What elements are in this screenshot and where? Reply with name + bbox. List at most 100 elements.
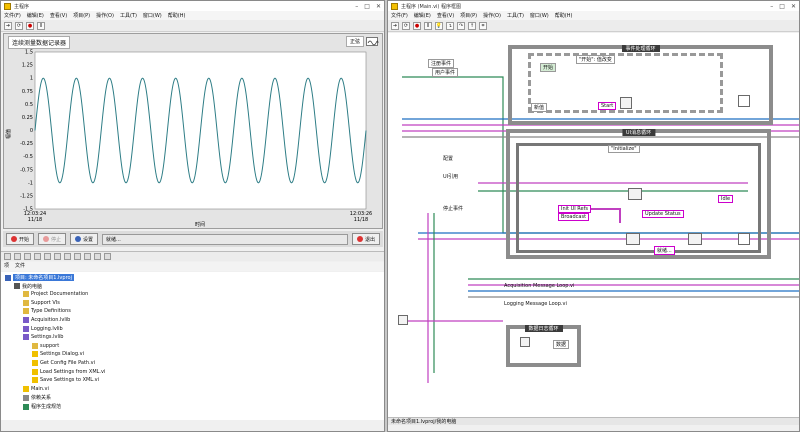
menu-window[interactable]: 窗口(W)	[143, 12, 162, 19]
waveform-chart: 连续测量数据记录器 正弦 1.5 1.25 1 0.75 0.5 0.25 0 -0.25 -0…	[3, 33, 383, 229]
close-icon[interactable]: ✕	[376, 3, 381, 10]
enqueue-message-icon[interactable]	[620, 97, 632, 109]
bd-run-continuous-icon[interactable]: ⟳	[402, 21, 410, 30]
menu-file[interactable]: 文件(F)	[4, 12, 21, 19]
new-file-icon[interactable]	[4, 253, 11, 260]
collapse-icon[interactable]	[104, 253, 111, 260]
init-ui-refs-constant[interactable]: Init UI Refs	[558, 205, 591, 213]
highlight-execution-icon[interactable]: 💡	[435, 21, 443, 30]
project-tree-item[interactable]: Settings.lvlib	[23, 334, 63, 341]
bd-menu-help[interactable]: 帮助(H)	[555, 12, 573, 19]
stop-led-icon	[43, 236, 50, 242]
exit-button[interactable]: 退出	[351, 233, 380, 245]
project-tree-item[interactable]: 项目: 未命名项目1.lvproj	[5, 274, 74, 281]
register-event-node[interactable]: 注册事件	[428, 59, 455, 68]
dequeue-icon[interactable]	[520, 337, 530, 347]
abort-icon[interactable]: ●	[26, 21, 34, 30]
bd-run-arrow-icon[interactable]: ➜	[391, 21, 399, 30]
project-tree-item[interactable]: Project Documentation	[23, 291, 88, 298]
error-handler-icon[interactable]	[738, 95, 750, 107]
get-ui-refs-icon[interactable]	[628, 188, 642, 200]
menu-project[interactable]: 项目(P)	[73, 12, 90, 19]
update-status-vi-icon[interactable]	[688, 233, 702, 245]
step-over-icon[interactable]: ↷	[457, 21, 465, 30]
dependency-icon	[23, 394, 29, 401]
save-icon[interactable]	[24, 253, 31, 260]
bd-minimize-icon[interactable]: –	[770, 3, 773, 10]
bd-menu-file[interactable]: 文件(F)	[391, 12, 408, 19]
project-tree-label: 我的电脑	[22, 283, 43, 290]
menu-edit[interactable]: 编辑(E)	[27, 12, 44, 19]
idle-string-constant[interactable]: Idle	[718, 195, 734, 203]
paste-icon[interactable]	[54, 253, 61, 260]
bd-maximize-icon[interactable]: □	[779, 3, 785, 10]
project-tree-item[interactable]: Load Settings from XML.vi	[32, 368, 105, 375]
start-string-constant[interactable]: Start	[598, 102, 617, 110]
bd-close-icon[interactable]: ✕	[791, 3, 796, 10]
project-tree-item[interactable]: support	[32, 342, 59, 349]
bd-menu-edit[interactable]: 编辑(E)	[414, 12, 431, 19]
ui-error-handler-icon[interactable]	[738, 233, 750, 245]
project-tree-item[interactable]: Logging.lvlib	[23, 325, 63, 332]
initialize-case-selector[interactable]: "Initialize"	[608, 145, 640, 153]
open-folder-icon[interactable]	[14, 253, 21, 260]
project-tree-item[interactable]: Main.vi	[23, 385, 49, 392]
build-tool-icon[interactable]	[74, 253, 81, 260]
broadcast-constant[interactable]: Broadcast	[558, 213, 590, 221]
bd-menu-operate[interactable]: 操作(O)	[483, 12, 501, 19]
project-tree-item[interactable]: Settings Dialog.vi	[32, 351, 84, 358]
step-out-icon[interactable]: ↑	[468, 21, 476, 30]
tab-files[interactable]: 文件	[15, 262, 25, 271]
data-logging-loop[interactable]: 数据日志循环	[506, 325, 581, 367]
project-tree-item[interactable]: Save Settings to XML.vi	[32, 377, 99, 384]
copy-icon[interactable]	[44, 253, 51, 260]
menu-tools[interactable]: 工具(T)	[120, 12, 137, 19]
folder-icon	[23, 308, 29, 315]
run-arrow-icon[interactable]: ➜	[4, 21, 12, 30]
library-icon	[23, 334, 29, 341]
broadcast-vi-icon[interactable]	[626, 233, 640, 245]
stop-button[interactable]: 停止	[38, 233, 67, 245]
cut-icon[interactable]	[34, 253, 41, 260]
project-tree-item[interactable]: Type Definitions	[23, 308, 71, 315]
block-diagram-titlebar[interactable]: 主程序 (Main.vi) 程序框图 – □ ✕	[388, 1, 799, 11]
bd-menu-tools[interactable]: 工具(T)	[507, 12, 524, 19]
front-panel-titlebar[interactable]: 主程序 – □ ✕	[1, 1, 384, 11]
bd-menu-view[interactable]: 查看(V)	[437, 12, 454, 19]
maximize-icon[interactable]: □	[364, 3, 370, 10]
project-tree-item[interactable]: Support VIs	[23, 299, 60, 306]
build-icon	[23, 403, 29, 410]
bd-pause-icon[interactable]: Ⅱ	[424, 21, 432, 30]
bd-menu-project[interactable]: 项目(P)	[460, 12, 477, 19]
y-tick-label: 1	[30, 76, 33, 82]
bd-menu-window[interactable]: 窗口(W)	[530, 12, 549, 19]
tab-items[interactable]: 项	[4, 262, 9, 271]
project-tree-item[interactable]: Acquisition.lvlib	[23, 317, 70, 323]
update-status-constant[interactable]: Update Status	[642, 210, 684, 218]
menu-view[interactable]: 查看(V)	[50, 12, 67, 19]
filter-icon[interactable]	[84, 253, 91, 260]
delete-icon[interactable]	[64, 253, 71, 260]
ready-string-constant[interactable]: 就绪...	[654, 246, 675, 255]
clean-up-diagram-icon[interactable]: ⌗	[479, 21, 487, 30]
project-tree-item[interactable]: 依赖关系	[23, 394, 51, 401]
pause-icon[interactable]: Ⅱ	[37, 21, 45, 30]
user-event-node[interactable]: 用户事件	[432, 68, 459, 77]
start-case-selector[interactable]: "开始": 值改变	[576, 55, 615, 64]
expand-icon[interactable]	[94, 253, 101, 260]
project-tree-item[interactable]: 程序生成规范	[23, 403, 61, 410]
start-button[interactable]: 开始	[6, 233, 35, 245]
project-tree-item[interactable]: Get Config File Path.vi	[32, 360, 95, 366]
error-in-icon[interactable]	[398, 315, 408, 325]
menu-help[interactable]: 帮助(H)	[168, 12, 186, 19]
start-terminal[interactable]: 开始	[540, 63, 557, 72]
y-ticks: 1.5 1.25 1 0.75 0.5 0.25 0 -0.25 -0.5 -0.75 -1 -1.2…	[20, 50, 33, 213]
project-tree-item[interactable]: 我的电脑	[14, 283, 42, 290]
block-diagram-canvas[interactable]: 事件处理循环 "开始": 值改变 开始 新值 Start 注册事件 用户事件 U…	[388, 33, 799, 425]
menu-operate[interactable]: 操作(O)	[96, 12, 114, 19]
settings-button[interactable]: 设置	[70, 233, 99, 245]
minimize-icon[interactable]: –	[355, 3, 358, 10]
step-into-icon[interactable]: ↴	[446, 21, 454, 30]
bd-abort-icon[interactable]: ●	[413, 21, 421, 30]
run-continuous-icon[interactable]: ⟳	[15, 21, 23, 30]
